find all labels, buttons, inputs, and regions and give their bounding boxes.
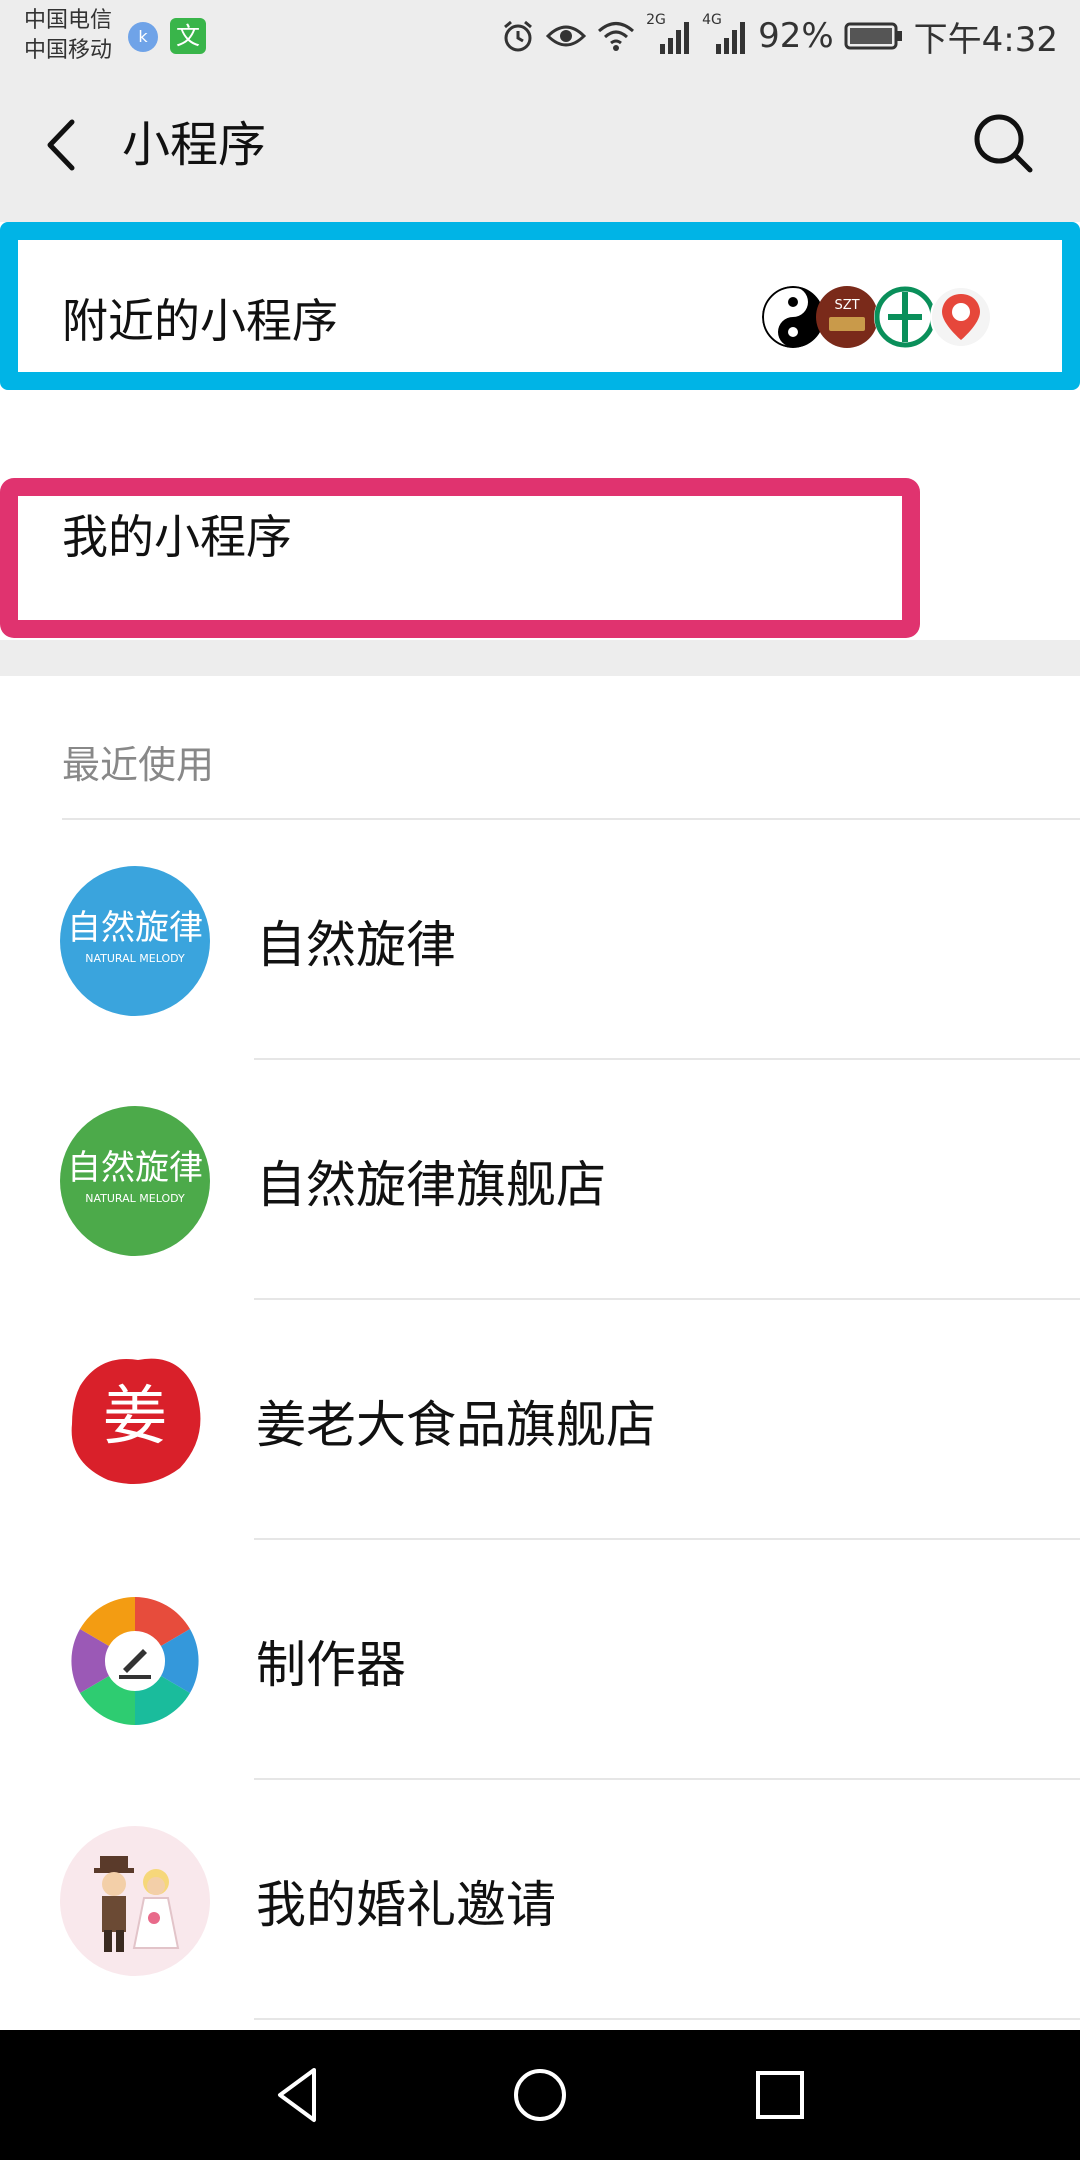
- list-item[interactable]: 我的婚礼邀请: [0, 1780, 1080, 2020]
- battery-percent: 92%: [758, 16, 834, 56]
- nearby-mini-programs[interactable]: 附近的小程序 SZT: [0, 222, 1080, 390]
- item-label: 自然旋律: [256, 916, 456, 974]
- signal-2g-label: 2G: [646, 12, 666, 28]
- eye-icon: [546, 25, 587, 47]
- wedding-couple-icon: [60, 1826, 210, 1976]
- item-label: 姜老大食品旗舰店: [256, 1396, 656, 1454]
- ginger-brand-icon: 姜: [60, 1346, 210, 1496]
- alarm-icon: [504, 20, 533, 52]
- back-button[interactable]: [34, 110, 94, 180]
- status-icons: 2G 4G 92% 下午4:32: [500, 12, 1058, 60]
- signal-2g: 2G: [646, 12, 692, 54]
- notification-badge-icon: k: [128, 22, 158, 52]
- carrier-info: 中国电信 中国移动: [24, 6, 112, 66]
- list-item[interactable]: 姜 姜老大食品旗舰店: [0, 1300, 1080, 1540]
- icon-text: 姜: [103, 1380, 167, 1454]
- item-label: 自然旋律旗舰店: [256, 1156, 606, 1214]
- circle-home-icon: [514, 2069, 566, 2121]
- back-arrow-icon: [47, 119, 75, 171]
- natural-melody-store-icon: 自然旋律 NATURAL MELODY: [60, 1106, 210, 1256]
- signal-4g: 4G: [702, 12, 748, 54]
- list-item[interactable]: 制作器: [0, 1540, 1080, 1780]
- navigation-bar: [0, 2030, 1080, 2160]
- icon-subtext: NATURAL MELODY: [85, 1192, 185, 1205]
- my-mini-programs[interactable]: 我的小程序: [0, 390, 1080, 640]
- triangle-back-icon: [278, 2068, 316, 2122]
- search-button[interactable]: [968, 108, 1038, 178]
- recent-header: 最近使用: [62, 743, 215, 787]
- carrier-2: 中国移动: [24, 38, 113, 63]
- item-label: 我的婚礼邀请: [256, 1876, 556, 1934]
- wifi-icon: [598, 22, 635, 51]
- signal-4g-label: 4G: [702, 12, 722, 28]
- status-bar: 中国电信 中国移动 k 文 2G 4G 92% 下午4:32: [0, 0, 1080, 72]
- header: 小程序: [0, 72, 1080, 222]
- nav-back-button[interactable]: [264, 2060, 334, 2130]
- search-icon: [974, 114, 1033, 173]
- clock: 下午4:32: [913, 19, 1058, 60]
- nearby-highlight-frame: [0, 222, 1080, 390]
- icon-text: 自然旋律: [67, 908, 203, 948]
- divider: [254, 2018, 1080, 2020]
- list-item[interactable]: 自然旋律 NATURAL MELODY 自然旋律旗舰店: [0, 1060, 1080, 1300]
- page-title: 小程序: [122, 117, 267, 173]
- list-item[interactable]: 自然旋律 NATURAL MELODY 自然旋律: [0, 820, 1080, 1060]
- carrier-1: 中国电信: [24, 8, 113, 33]
- natural-melody-icon: 自然旋律 NATURAL MELODY: [60, 866, 210, 1016]
- square-recents-icon: [756, 2071, 804, 2119]
- maker-aperture-icon: [60, 1586, 210, 1736]
- mine-highlight-frame: [0, 478, 920, 638]
- nav-recents-button[interactable]: [745, 2060, 815, 2130]
- icon-text: 自然旋律: [67, 1148, 203, 1188]
- item-label: 制作器: [256, 1636, 406, 1694]
- text-app-icon: 文: [170, 18, 206, 54]
- nav-home-button[interactable]: [505, 2060, 575, 2130]
- recent-section: 最近使用 自然旋律 NATURAL MELODY 自然旋律 自然旋律 NATUR…: [0, 676, 1080, 2030]
- battery-icon: [844, 22, 902, 50]
- icon-subtext: NATURAL MELODY: [85, 952, 185, 965]
